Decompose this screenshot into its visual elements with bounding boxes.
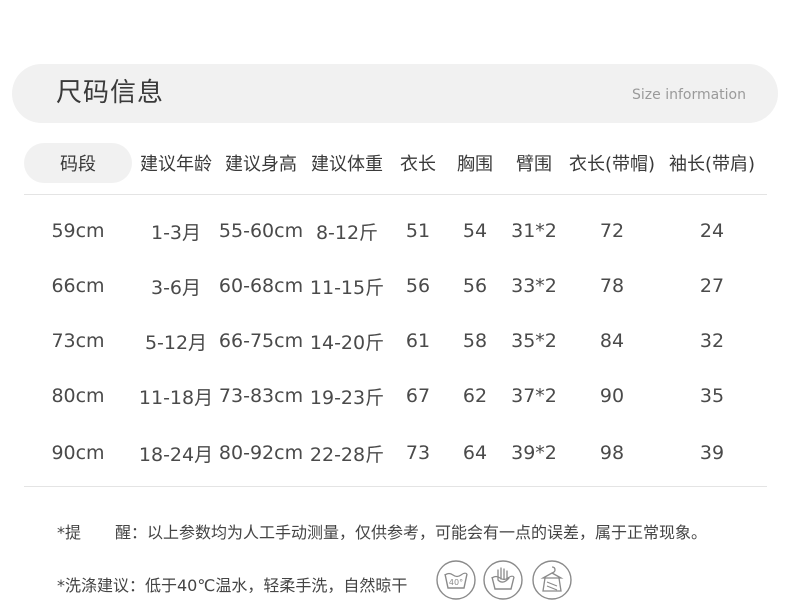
cell-value: 8-12斤	[315, 221, 379, 244]
reminder-label-a: *提	[57, 523, 82, 542]
cell-value: 22-28斤	[309, 443, 385, 466]
wash-temp-label: 40°	[449, 578, 463, 587]
header-label: 衣长	[400, 154, 436, 175]
cell-value: 80cm	[51, 385, 105, 407]
cell-value: 55-60cm	[218, 220, 304, 242]
cell-value: 11-15斤	[309, 276, 385, 299]
cell-value: 73cm	[51, 330, 105, 352]
page-title: 尺码信息	[56, 78, 165, 108]
title-bar: 尺码信息 Size information	[12, 64, 778, 123]
cell-value: 33*2	[511, 275, 557, 297]
cell-value: 51	[405, 220, 431, 242]
page-subtitle-en: Size information	[632, 87, 746, 103]
cell-value: 11-18月	[138, 386, 214, 409]
cell-value: 59cm	[51, 220, 105, 242]
cell-value: 58	[462, 330, 488, 352]
cell-value: 80-92cm	[218, 442, 304, 464]
wash-40-icon: 40°	[436, 560, 476, 600]
wash-note: *洗涤建议：低于40℃温水，轻柔手洗，自然晾干	[57, 576, 408, 595]
cell-value: 72	[599, 220, 625, 242]
hand-wash-icon	[483, 560, 523, 600]
cell-value: 90cm	[51, 442, 105, 464]
cell-value: 62	[462, 385, 488, 407]
cell-value: 3-6月	[150, 276, 202, 299]
header-label: 臂围	[516, 154, 552, 175]
cell-value: 37*2	[511, 385, 557, 407]
table-bottom-divider	[24, 486, 767, 487]
cell-value: 84	[599, 330, 625, 352]
cell-value: 60-68cm	[218, 275, 304, 297]
cell-value: 90	[599, 385, 625, 407]
reminder-text: 以上参数均为人工手动测量，仅供参考，可能会有一点的误差，属于正常现象。	[147, 523, 708, 542]
cell-value: 5-12月	[144, 331, 208, 354]
header-label: 衣长(带帽)	[568, 154, 656, 175]
header-label: 码段	[60, 154, 96, 175]
cell-value: 56	[405, 275, 431, 297]
cell-value: 24	[699, 220, 725, 242]
cell-value: 66cm	[51, 275, 105, 297]
cell-value: 31*2	[511, 220, 557, 242]
cell-value: 1-3月	[150, 221, 202, 244]
cell-value: 73	[405, 442, 431, 464]
cell-value: 27	[699, 275, 725, 297]
cell-value: 67	[405, 385, 431, 407]
header-label: 袖长(带肩)	[668, 154, 756, 175]
cell-value: 78	[599, 275, 625, 297]
reminder-label-b: 醒：	[115, 523, 148, 542]
header-label: 胸围	[457, 154, 493, 175]
cell-value: 61	[405, 330, 431, 352]
cell-value: 66-75cm	[218, 330, 304, 352]
cell-value: 35	[699, 385, 725, 407]
hang-dry-icon	[532, 560, 572, 600]
cell-value: 64	[462, 442, 488, 464]
cell-value: 98	[599, 442, 625, 464]
cell-value: 39*2	[511, 442, 557, 464]
header-label: 建议身高	[225, 154, 297, 175]
cell-value: 54	[462, 220, 488, 242]
header-label: 建议体重	[311, 154, 383, 175]
cell-value: 18-24月	[138, 443, 214, 466]
cell-value: 73-83cm	[218, 385, 304, 407]
cell-value: 14-20斤	[309, 331, 385, 354]
cell-value: 35*2	[511, 330, 557, 352]
header-divider	[24, 194, 767, 195]
cell-value: 19-23斤	[309, 386, 385, 409]
header-label: 建议年龄	[140, 154, 212, 175]
cell-value: 56	[462, 275, 488, 297]
cell-value: 32	[699, 330, 725, 352]
cell-value: 39	[699, 442, 725, 464]
reminder-note: *提 醒：以上参数均为人工手动测量，仅供参考，可能会有一点的误差，属于正常现象。	[57, 519, 707, 543]
